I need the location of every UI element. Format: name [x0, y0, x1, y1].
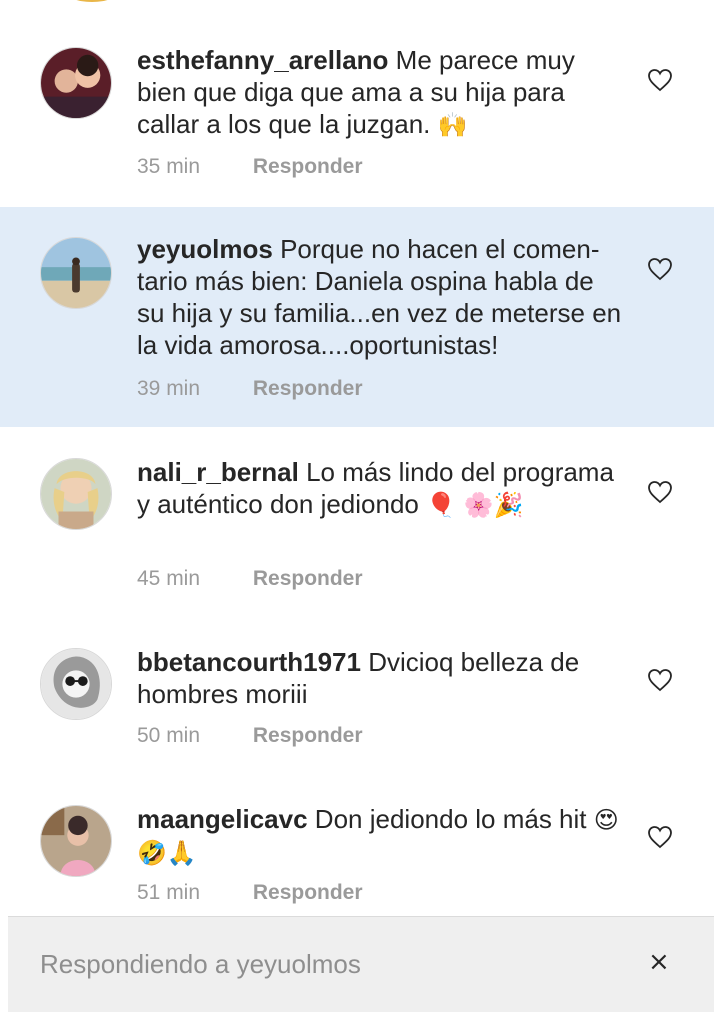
avatar[interactable]	[40, 805, 112, 877]
like-heart-icon[interactable]	[647, 668, 673, 692]
like-heart-icon[interactable]	[647, 825, 673, 849]
comment-username[interactable]: esthefanny_arellano	[137, 45, 388, 75]
like-heart-icon[interactable]	[647, 257, 673, 281]
reply-button[interactable]: Responder	[253, 724, 363, 747]
reply-button[interactable]: Responder	[253, 881, 363, 904]
comment-item: esthefanny_arellano Me parece muy bien q…	[0, 30, 714, 205]
avatar[interactable]	[40, 237, 112, 309]
comment-username[interactable]: yeyuolmos	[137, 234, 273, 264]
reply-button[interactable]: Responder	[253, 567, 363, 590]
comment-item: maangelicavc Don jediondo lo más hit 😍🤣🙏…	[0, 787, 714, 915]
comment-meta: 51 min Responder	[137, 880, 363, 906]
reply-button[interactable]: Responder	[253, 377, 363, 400]
replying-to-bar: Respondiendo a yeyuolmos ×	[8, 916, 714, 1012]
comment-item: nali_r_bernal Lo más lindo del programa …	[0, 440, 714, 615]
comment-time: 39 min	[137, 377, 201, 400]
avatar[interactable]	[40, 458, 112, 530]
comment-emoji: 🙌	[437, 111, 468, 139]
comment-item-highlighted: yeyuolmos Porque no hacen el comen-tario…	[0, 207, 714, 427]
comment-time: 35 min	[137, 155, 201, 178]
comment-username[interactable]: bbetancourth1971	[137, 647, 361, 677]
comment-time: 45 min	[137, 567, 201, 590]
comment-username[interactable]: nali_r_bernal	[137, 457, 299, 487]
comment-text: nali_r_bernal Lo más lindo del programa …	[137, 456, 627, 521]
comment-meta: 45 min Responder	[137, 566, 363, 592]
close-icon[interactable]: ×	[648, 947, 670, 977]
comment-text: esthefanny_arellano Me parece muy bien q…	[137, 44, 627, 141]
comment-emoji: 🎈 🌸🎉	[426, 491, 524, 519]
comment-item: bbetancourth1971 Dvicioq belleza de homb…	[0, 630, 714, 780]
comment-text: yeyuolmos Porque no hacen el comen-tario…	[137, 233, 627, 361]
comment-meta: 39 min Responder	[137, 376, 363, 402]
comment-time: 50 min	[137, 724, 201, 747]
comment-username[interactable]: maangelicavc	[137, 804, 308, 834]
replying-to-label: Respondiendo a yeyuolmos	[40, 949, 361, 979]
avatar[interactable]	[40, 648, 112, 720]
like-heart-icon[interactable]	[647, 480, 673, 504]
comment-text: bbetancourth1971 Dvicioq belleza de homb…	[137, 646, 627, 710]
comment-time: 51 min	[137, 881, 201, 904]
avatar[interactable]	[40, 47, 112, 119]
comment-text: maangelicavc Don jediondo lo más hit 😍🤣🙏	[137, 803, 627, 869]
like-heart-icon[interactable]	[647, 68, 673, 92]
previous-comment-avatar-edge	[64, 0, 120, 2]
reply-button[interactable]: Responder	[253, 155, 363, 178]
comment-meta: 50 min Responder	[137, 723, 363, 749]
comment-message: Don jediondo lo más hit	[314, 804, 587, 834]
comment-meta: 35 min Responder	[137, 154, 363, 180]
